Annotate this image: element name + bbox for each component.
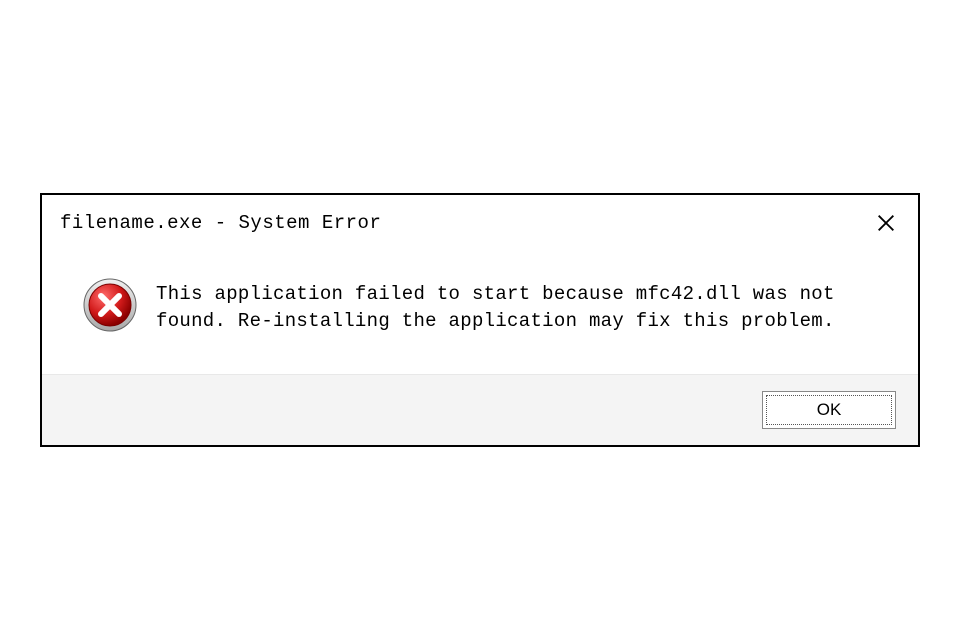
dialog-content: This application failed to start because… bbox=[42, 247, 918, 374]
button-bar: OK bbox=[42, 374, 918, 445]
titlebar: filename.exe - System Error bbox=[42, 195, 918, 247]
error-icon bbox=[82, 277, 138, 333]
error-message: This application failed to start because… bbox=[156, 277, 878, 334]
close-icon bbox=[875, 212, 897, 234]
ok-button[interactable]: OK bbox=[762, 391, 896, 429]
close-button[interactable] bbox=[872, 209, 900, 237]
dialog-title: filename.exe - System Error bbox=[60, 212, 381, 234]
error-dialog: filename.exe - System Error bbox=[40, 193, 920, 447]
